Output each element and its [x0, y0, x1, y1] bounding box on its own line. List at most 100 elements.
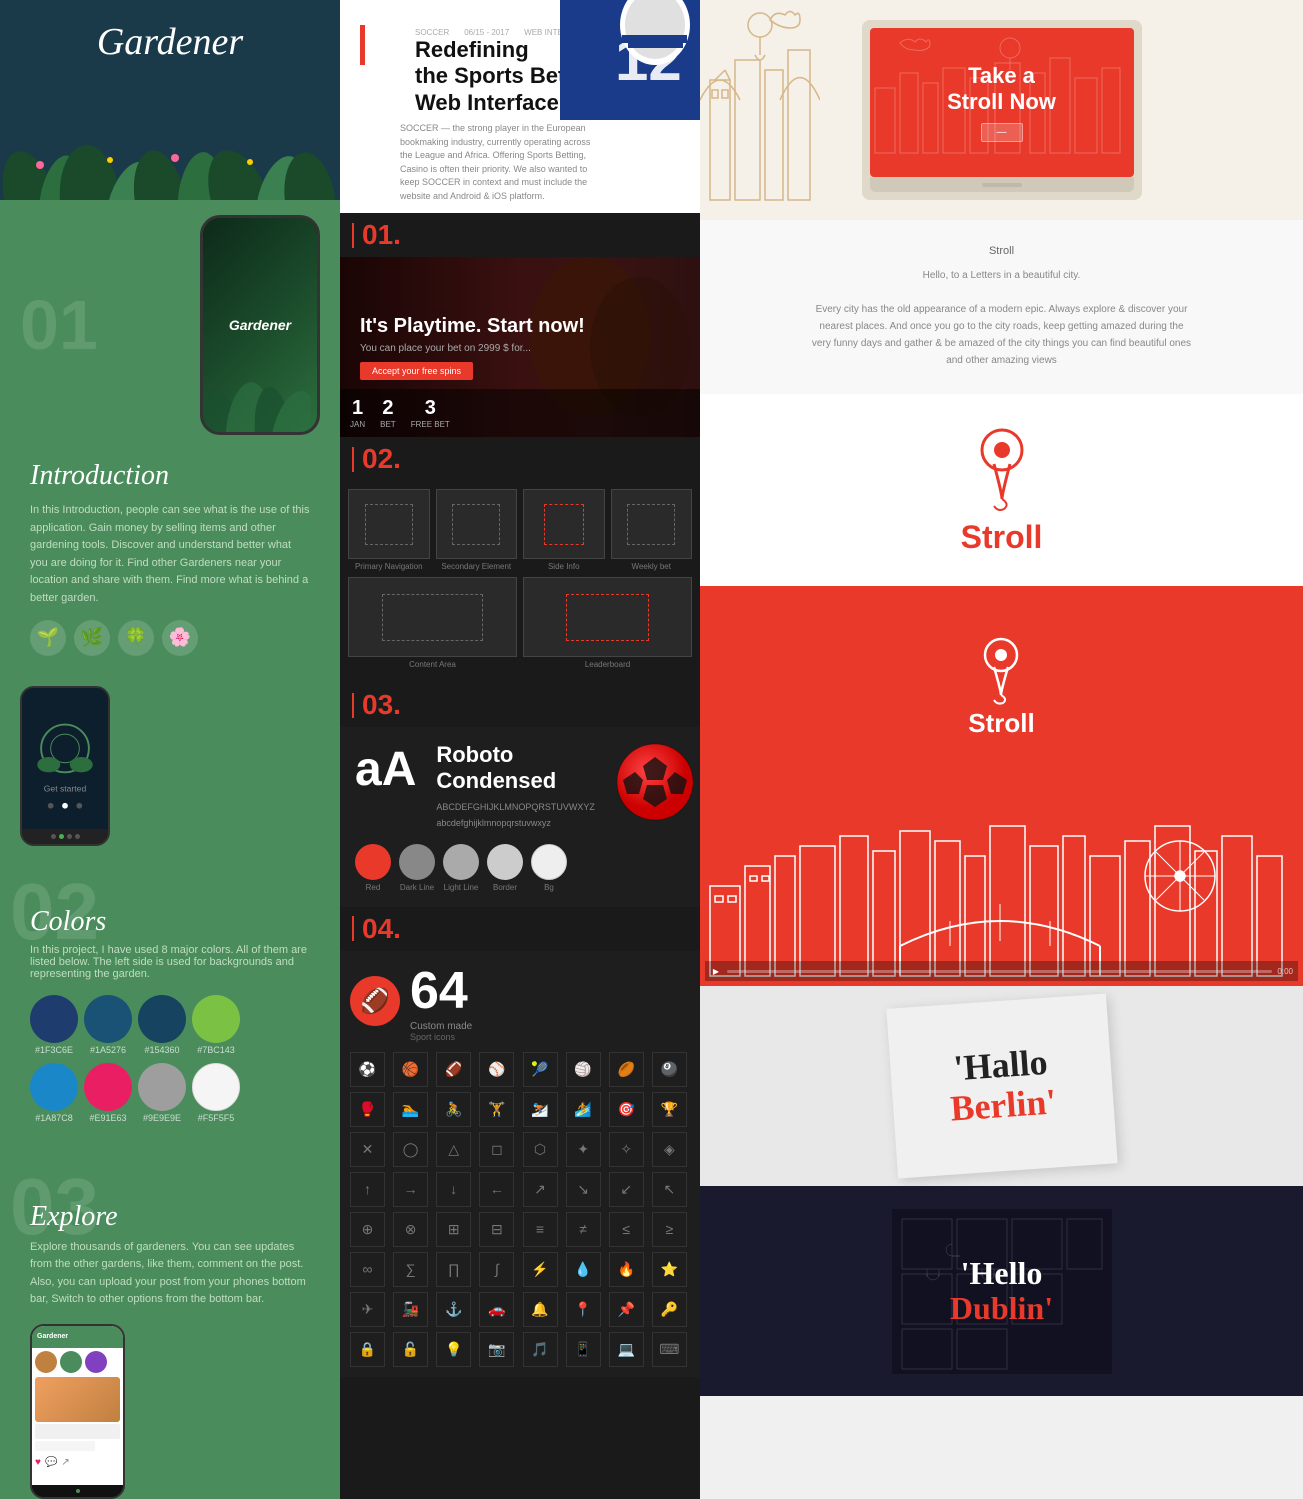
swatch-teal	[84, 995, 132, 1043]
sports-ui-cta[interactable]: Accept your free spins	[360, 362, 473, 380]
palette-bg	[531, 844, 567, 880]
sports-ui-screen: It's Playtime. Start now! You can place …	[340, 257, 700, 437]
icon-cell-43: ∏	[436, 1252, 471, 1287]
section-num-02: 02.	[362, 445, 401, 473]
palette-item-bg: Bg	[531, 844, 567, 892]
sports-tag-label: SOCCER	[415, 28, 449, 37]
monitor-base	[870, 177, 1134, 192]
left-body: 01 Gardener Introduct	[0, 200, 340, 1499]
icon-cell-9: 🥊	[350, 1092, 385, 1127]
icon-cell-27: ↓	[436, 1172, 471, 1207]
icon-cell-31: ↙	[609, 1172, 644, 1207]
swatch-navy	[30, 995, 78, 1043]
video-time: 0:00	[1277, 967, 1293, 976]
plant-icon-3: 🍀	[118, 620, 154, 656]
odds-item-1: 1 JAN	[350, 397, 365, 429]
stroll-pin-icon	[972, 424, 1032, 514]
phone-section-row: 01 Gardener	[0, 200, 340, 440]
section-marker-bar	[352, 223, 354, 248]
icon-cell-50: 🚂	[393, 1292, 428, 1327]
typo-display-letters: aA	[355, 742, 416, 797]
like-row: ♥ 💬 ↗	[35, 1457, 120, 1468]
dot-2	[59, 834, 64, 839]
wireframe-label-6: Leaderboard	[523, 660, 692, 669]
icon-cell-57: 🔒	[350, 1332, 385, 1367]
palette-light	[443, 844, 479, 880]
wireframe-box-3	[523, 489, 605, 559]
icon-cell-11: 🚴	[436, 1092, 471, 1127]
icon-cell-22: ✦	[566, 1132, 601, 1167]
swatch-pink	[84, 1063, 132, 1111]
icons-header: 🏈 64 Custom made Sport icons	[350, 961, 690, 1042]
gardener-header: Gardener	[0, 0, 340, 200]
icon-cell-58: 🔓	[393, 1332, 428, 1367]
dot-1	[51, 834, 56, 839]
explore-section: 03 Explore Explore thousands of gardener…	[0, 1151, 340, 1499]
icon-cell-59: 💡	[436, 1332, 471, 1367]
icon-cell-37: ≡	[523, 1212, 558, 1247]
video-progress-bar[interactable]	[727, 970, 1272, 973]
color-palette-row: Red Dark Line Light Line Border Bg	[355, 844, 685, 892]
stroll-brand-name: Stroll	[968, 708, 1034, 739]
icon-cell-20: ◻	[479, 1132, 514, 1167]
wireframe-label-2: Secondary Element	[436, 562, 518, 571]
sports-ui-sub: You can place your bet on 2999 $ for...	[360, 343, 585, 354]
section-num-03: 03.	[362, 691, 401, 719]
swatch-label-2: #1A5276	[90, 1045, 126, 1055]
phone-bottom-bar	[32, 1485, 123, 1497]
stroll-brand-pin-icon	[976, 633, 1026, 708]
video-controls[interactable]: ▶ 0:00	[705, 961, 1298, 981]
icon-cell-41: ∞	[350, 1252, 385, 1287]
icon-cell-10: 🏊	[393, 1092, 428, 1127]
icon-cell-35: ⊞	[436, 1212, 471, 1247]
icon-cell-44: ∫	[479, 1252, 514, 1287]
swatch-label-7: #9E9E9E	[143, 1113, 181, 1123]
icon-cell-14: 🏄	[566, 1092, 601, 1127]
swatch-container-2: #1A5276	[84, 995, 132, 1055]
icon-cell-2: 🏀	[393, 1052, 428, 1087]
plant-icon-4: 🌸	[162, 620, 198, 656]
icon-cell-54: 📍	[566, 1292, 601, 1327]
icon-cell-49: ✈	[350, 1292, 385, 1327]
palette-label-red: Red	[366, 883, 381, 892]
stroll-letter-section: Stroll Hello, to a Letters in a beautifu…	[700, 220, 1303, 394]
palette-item-border: Border	[487, 844, 523, 892]
swatch-container-4: #7BC143	[192, 995, 240, 1055]
stroll-brand-inner: Stroll	[968, 633, 1034, 739]
icon-cell-42: ∑	[393, 1252, 428, 1287]
explore-number: 03	[10, 1161, 99, 1253]
icon-cell-53: 🔔	[523, 1292, 558, 1327]
icon-cell-60: 📷	[479, 1332, 514, 1367]
swatch-label-6: #E91E63	[89, 1113, 126, 1123]
section-num-01: 01.	[362, 221, 401, 249]
intro-section: Introduction In this Introduction, peopl…	[0, 440, 340, 676]
wireframe-inner-3	[544, 504, 584, 545]
avatar-row	[35, 1351, 120, 1373]
explore-phone: Gardener ♥	[30, 1324, 125, 1499]
swatch-container-1: #1F3C6E	[30, 995, 78, 1055]
wireframe-box-2	[436, 489, 518, 559]
icons-grid: ⚽ 🏀 🏈 ⚾ 🎾 🏐 🏉 🎱 🥊 🏊 🚴 🏋️ ⛷️ 🏄 🎯 🏆 ✕ ◯ △ …	[350, 1052, 690, 1367]
swatch-blue	[30, 1063, 78, 1111]
monitor-area: Take a Stroll Now —	[700, 20, 1303, 200]
icon-cell-62: 📱	[566, 1332, 601, 1367]
swatch-container-3: #154360	[138, 995, 186, 1055]
explore-phone-screen: Gardener ♥	[32, 1326, 123, 1485]
palette-item-red: Red	[355, 844, 391, 892]
sports-ui-text-block: It's Playtime. Start now! You can place …	[340, 295, 605, 400]
dublin-section: 'HelloDublin'	[700, 1186, 1303, 1396]
dot-4	[75, 834, 80, 839]
stroll-logo-name: Stroll	[961, 519, 1043, 556]
wireframe-cell-1: Primary Navigation	[348, 489, 430, 571]
explore-screen-body: ♥ 💬 ↗	[32, 1348, 123, 1485]
wireframe-cell-5: Content Area	[348, 577, 517, 669]
sports-tag: SOCCER	[415, 28, 449, 37]
play-button[interactable]: ▶	[710, 965, 722, 977]
icon-ball-display: 🏈	[350, 976, 400, 1026]
wireframe-inner-2	[452, 504, 500, 545]
icon-cell-15: 🎯	[609, 1092, 644, 1127]
berlin-paper: 'HalloBerlin'	[886, 994, 1117, 1179]
swatch-label-8: #F5F5F5	[198, 1113, 235, 1123]
main-phone-screen: Gardener	[206, 225, 314, 425]
icon-cell-56: 🔑	[652, 1292, 687, 1327]
